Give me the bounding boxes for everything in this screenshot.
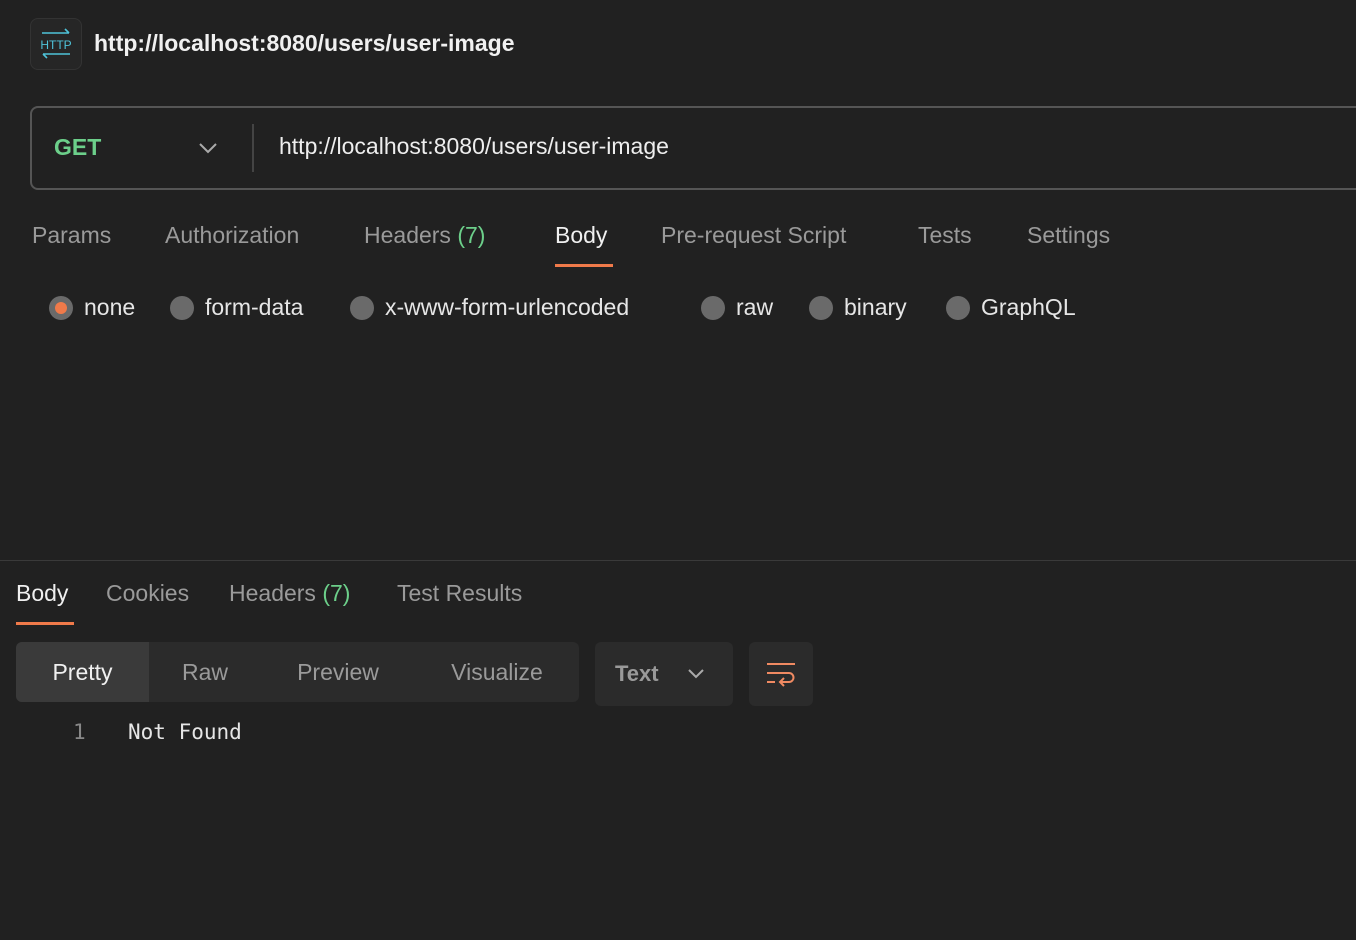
response-tab-test-results[interactable]: Test Results [397, 580, 522, 607]
radio-dot [170, 295, 194, 320]
headers-count: (7) [457, 222, 486, 248]
radio-dot [701, 295, 725, 320]
tab-body[interactable]: Body [555, 222, 607, 249]
radio-label: raw [736, 294, 774, 320]
url-input[interactable]: http://localhost:8080/users/user-image [279, 133, 669, 160]
radio-dot [809, 295, 833, 320]
tab-tests[interactable]: Tests [918, 222, 972, 249]
divider [252, 124, 254, 172]
tab-pre-request-script[interactable]: Pre-request Script [661, 222, 846, 249]
pane-splitter[interactable] [0, 560, 1356, 561]
chevron-down-icon [687, 669, 704, 679]
tab-label: Headers [364, 222, 451, 248]
tab-headers[interactable]: Headers (7) [364, 222, 485, 249]
format-select[interactable]: Text [595, 642, 733, 706]
line-number: 1 [73, 720, 86, 744]
view-preview[interactable]: Preview [261, 642, 415, 702]
wrap-lines-button[interactable] [749, 642, 813, 706]
radio-dot [350, 295, 374, 320]
radio-dot [946, 295, 970, 320]
radio-binary[interactable]: binary [809, 294, 907, 321]
wrap-icon [767, 663, 795, 687]
svg-text:HTTP: HTTP [40, 38, 71, 52]
response-tab-cookies[interactable]: Cookies [106, 580, 189, 607]
tab-authorization[interactable]: Authorization [165, 222, 299, 249]
radio-label: none [84, 294, 136, 320]
format-label: Text [615, 661, 659, 686]
response-body-text: Not Found [128, 720, 242, 744]
response-tab-body[interactable]: Body [16, 580, 68, 607]
headers-count: (7) [322, 580, 351, 606]
radio-label: form-data [205, 294, 304, 320]
active-tab-indicator [16, 622, 74, 625]
view-mode-selector: Pretty Raw Preview Visualize [16, 642, 579, 702]
radio-dot [49, 295, 73, 320]
radio-graphql[interactable]: GraphQL [946, 294, 1076, 321]
active-tab-indicator [555, 264, 613, 267]
radio-none[interactable]: none [49, 294, 135, 321]
chevron-down-icon[interactable] [198, 141, 218, 155]
url-bar [30, 106, 1356, 190]
tab-params[interactable]: Params [32, 222, 111, 249]
radio-raw[interactable]: raw [701, 294, 773, 321]
request-title: http://localhost:8080/users/user-image [94, 30, 515, 56]
radio-label: GraphQL [981, 294, 1076, 320]
view-raw[interactable]: Raw [149, 642, 261, 702]
tab-label: Headers [229, 580, 316, 606]
http-icon: HTTP [30, 18, 82, 70]
response-tab-headers[interactable]: Headers (7) [229, 580, 350, 607]
tab-settings[interactable]: Settings [1027, 222, 1110, 249]
radio-x-www-form-urlencoded[interactable]: x-www-form-urlencoded [350, 294, 629, 321]
view-visualize[interactable]: Visualize [415, 642, 579, 702]
method-select[interactable]: GET [54, 134, 101, 161]
view-pretty[interactable]: Pretty [16, 642, 149, 702]
radio-label: x-www-form-urlencoded [385, 294, 630, 320]
radio-label: binary [844, 294, 907, 320]
radio-form-data[interactable]: form-data [170, 294, 303, 321]
